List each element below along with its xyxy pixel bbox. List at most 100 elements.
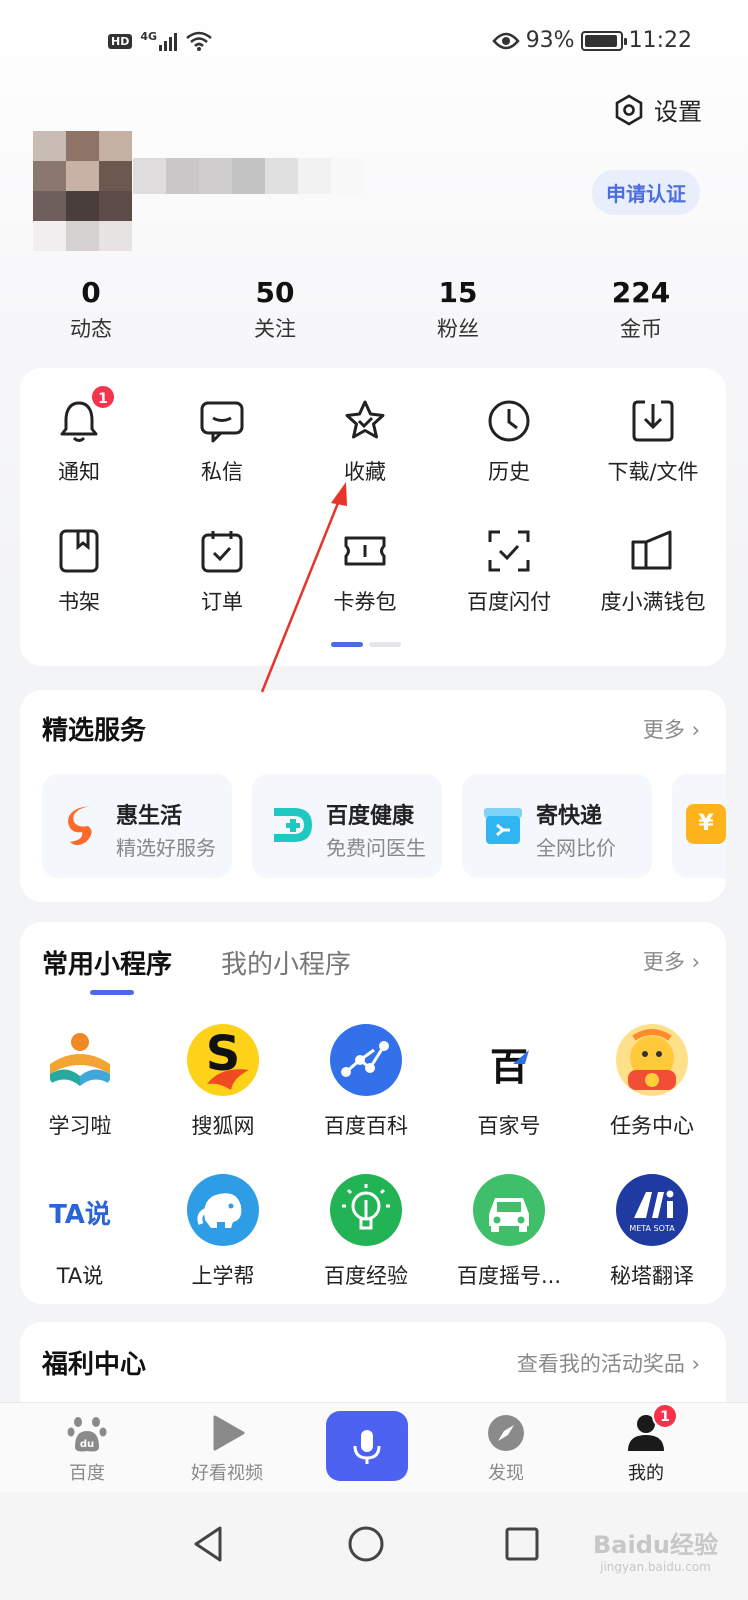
welfare-prizes-link[interactable]: 查看我的活动奖品 › (517, 1348, 700, 1378)
wifi-icon (186, 31, 212, 51)
nav-haokan-video[interactable]: 好看视频 (167, 1413, 287, 1485)
scan-pay-icon (486, 528, 532, 574)
services-title: 精选服务 (42, 716, 147, 746)
app-baijiahao[interactable]: 百 百家号 (439, 1024, 579, 1140)
service-subtitle: 免费问医生 (326, 836, 426, 860)
watermark-text: Baidu经验 (593, 1531, 718, 1559)
nav-label: 好看视频 (191, 1463, 263, 1484)
back-icon[interactable] (190, 1524, 230, 1564)
quick-wallet[interactable]: 度小满钱包 (588, 528, 718, 616)
express-icon (484, 808, 522, 844)
system-navigation-bar: Baidu经验 jingyan.baidu.com (0, 1492, 748, 1600)
tab-common-mini-programs[interactable]: 常用小程序 (42, 944, 172, 981)
quick-downloads[interactable]: 下载/文件 (588, 398, 718, 486)
quick-bookshelf[interactable]: 书架 (14, 528, 144, 616)
nickname-blurred (133, 158, 364, 194)
quick-messages[interactable]: 私信 (157, 398, 287, 486)
quick-label: 通知 (58, 460, 100, 484)
app-baike[interactable]: 百度百科 (296, 1024, 436, 1140)
service-subtitle: 精选好服务 (116, 836, 216, 860)
service-express[interactable]: 寄快递 全网比价 (462, 774, 652, 878)
app-shangxuebang[interactable]: 上学帮 (153, 1174, 293, 1290)
voice-search-button[interactable] (326, 1411, 408, 1481)
nav-mine[interactable]: 1 我的 (586, 1403, 706, 1485)
clock-icon (486, 398, 532, 444)
stat-coins[interactable]: 224 金币 (581, 276, 701, 343)
nav-label: 发现 (488, 1463, 524, 1484)
watermark-url: jingyan.baidu.com (600, 1560, 711, 1574)
app-label: 百家号 (477, 1114, 541, 1138)
message-icon (199, 398, 245, 444)
chevron-right-icon: › (691, 950, 700, 974)
featured-services-card: 精选服务 更多 › 惠生活 精选好服务 百度健康 免费问医生 寄快递 全网比价 … (20, 690, 726, 902)
bookshelf-icon (56, 528, 102, 574)
quick-notifications[interactable]: 1 通知 (14, 384, 144, 486)
stat-posts[interactable]: 0 动态 (31, 276, 151, 343)
settings-button[interactable]: 设置 (614, 92, 702, 127)
app-label: 搜狐网 (191, 1114, 255, 1138)
recents-icon[interactable] (502, 1524, 542, 1564)
user-icon: 1 (626, 1403, 678, 1453)
app-task-center[interactable]: 任务中心 (582, 1024, 722, 1140)
ta-shuo-icon: TA说 (44, 1174, 116, 1246)
sohu-icon: S (187, 1024, 259, 1096)
settings-hexagon-icon (615, 93, 643, 126)
service-hui-life[interactable]: 惠生活 精选好服务 (42, 774, 232, 878)
app-ta-shuo[interactable]: TA说 TA说 (10, 1174, 150, 1290)
app-baidu-jingyan[interactable]: 百度经验 (296, 1174, 436, 1290)
tab-my-mini-programs[interactable]: 我的小程序 (221, 944, 351, 981)
home-icon[interactable] (346, 1524, 386, 1564)
stat-label: 金币 (620, 317, 662, 341)
lightbulb-icon (330, 1174, 402, 1246)
quick-label: 书架 (58, 590, 100, 614)
mini-programs-more-link[interactable]: 更多 › (643, 946, 700, 976)
play-icon (207, 1413, 247, 1453)
svg-text:du: du (80, 1439, 94, 1450)
service-partial[interactable]: ¥ (672, 774, 726, 878)
stat-following[interactable]: 50 关注 (215, 276, 335, 343)
quick-label: 下载/文件 (607, 460, 699, 484)
quick-baidu-pay[interactable]: 百度闪付 (444, 528, 574, 616)
quick-label: 私信 (201, 460, 243, 484)
metasota-icon: META SOTA (616, 1174, 688, 1246)
quick-favorites[interactable]: 收藏 (300, 398, 430, 486)
app-xuexila[interactable]: 学习啦 (10, 1024, 150, 1140)
nav-discover[interactable]: 发现 (446, 1413, 566, 1485)
quick-coupons[interactable]: 卡券包 (300, 528, 430, 616)
baijiahao-icon: 百 (473, 1024, 545, 1096)
app-label: TA说 (56, 1264, 104, 1288)
hd-badge: HD (108, 33, 133, 49)
mini-programs-card: 常用小程序 我的小程序 更多 › 学习啦 S 搜狐网 百度百科 百 百家号 任务… (20, 922, 726, 1304)
metasota-glyph: META SOTA (629, 1224, 675, 1233)
stat-followers[interactable]: 15 粉丝 (398, 276, 518, 343)
welfare-title: 福利中心 (42, 1350, 147, 1380)
service-health[interactable]: 百度健康 免费问医生 (252, 774, 442, 878)
ta-shuo-glyph: TA说 (49, 1200, 111, 1230)
nav-baidu[interactable]: du 百度 (27, 1413, 147, 1485)
quick-label: 历史 (488, 460, 530, 484)
stat-value: 15 (438, 276, 478, 309)
eye-comfort-icon (492, 32, 520, 49)
services-more-link[interactable]: 更多 › (643, 714, 700, 744)
quick-label: 度小满钱包 (600, 590, 706, 614)
app-baidu-yaohao[interactable]: 百度摇号... (439, 1174, 579, 1290)
avatar[interactable] (33, 131, 133, 251)
quick-history[interactable]: 历史 (444, 398, 574, 486)
status-bar: HD 4G 93% 11:22 (0, 0, 748, 86)
order-icon (199, 528, 245, 574)
quick-label: 收藏 (344, 460, 386, 484)
service-name: 百度健康 (326, 804, 415, 829)
nav-label: 我的 (628, 1463, 664, 1484)
quick-orders[interactable]: 订单 (157, 528, 287, 616)
service-name: 寄快递 (536, 804, 603, 829)
quick-label: 订单 (201, 590, 243, 614)
nav-label: 百度 (69, 1463, 105, 1484)
quick-label: 百度闪付 (467, 590, 551, 614)
task-center-icon (616, 1024, 688, 1096)
apply-certification-button[interactable]: 申请认证 (592, 170, 700, 215)
app-metasota[interactable]: META SOTA 秘塔翻译 (582, 1174, 722, 1290)
clock: 11:22 (628, 28, 692, 53)
notification-badge: 1 (90, 384, 116, 410)
app-sohu[interactable]: S 搜狐网 (153, 1024, 293, 1140)
stat-value: 0 (81, 276, 101, 309)
